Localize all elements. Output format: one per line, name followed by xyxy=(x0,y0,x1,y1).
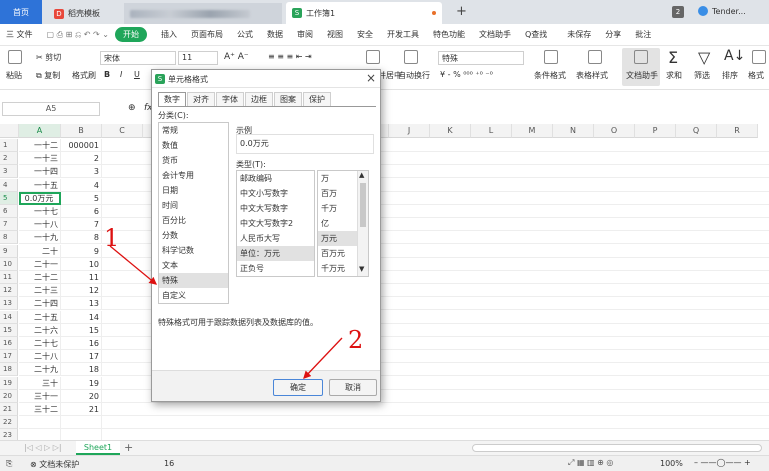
annotation-arrows xyxy=(109,245,343,379)
annotation-arrow-1 xyxy=(109,245,158,285)
annotation-arrow-2 xyxy=(303,337,343,379)
